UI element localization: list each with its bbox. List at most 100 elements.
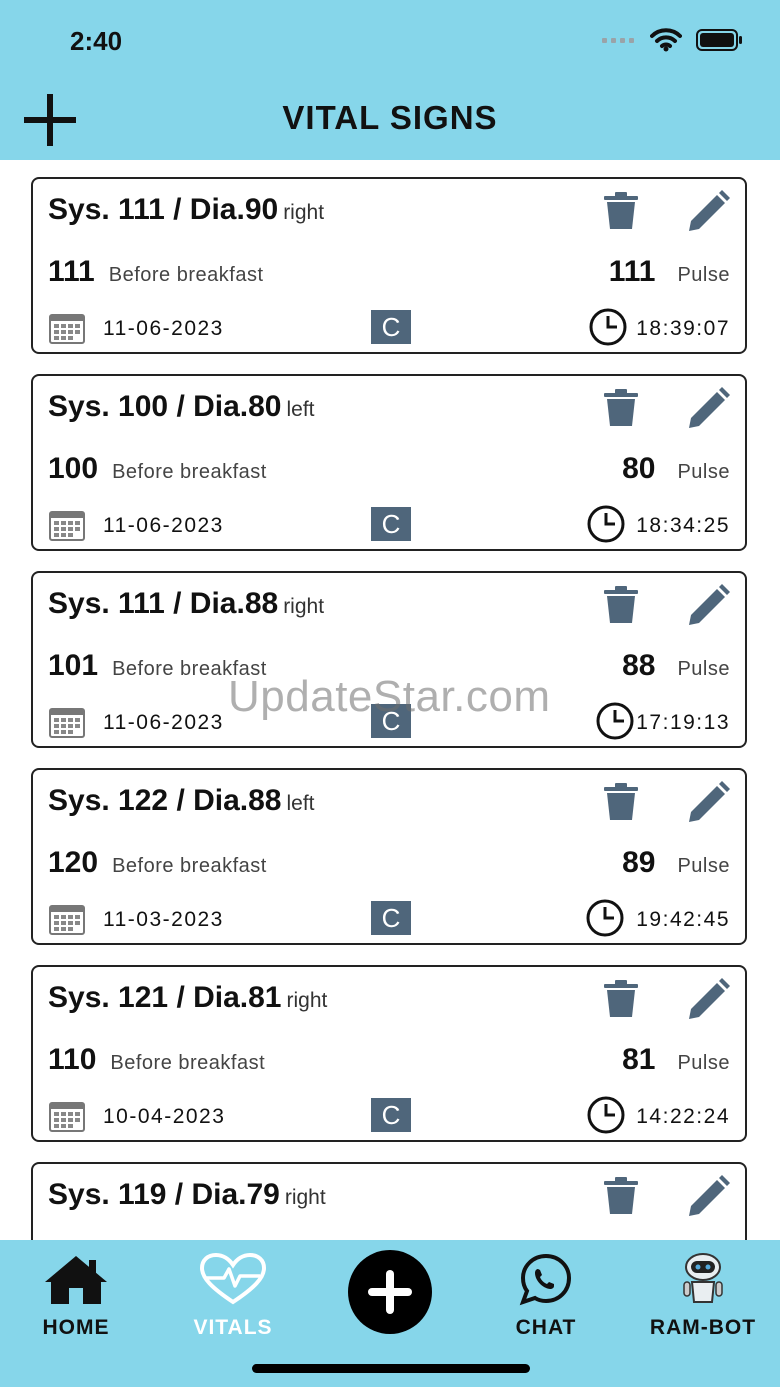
- record-bp: Sys. 121 / Dia.81: [48, 981, 282, 1014]
- tab-label: CHAT: [515, 1316, 577, 1339]
- record-time: 18:34:25: [636, 514, 730, 537]
- record-bp: Sys. 122 / Dia.88: [48, 784, 282, 817]
- record-date: 11-03-2023: [103, 908, 224, 931]
- pulse-group: 80 Pulse: [622, 452, 730, 486]
- pencil-icon[interactable]: [685, 1174, 731, 1220]
- pulse-group: 89 Pulse: [622, 846, 730, 880]
- vital-record-card[interactable]: Sys. 111 / Dia.88 right 101 Before breakfa…: [31, 571, 747, 748]
- category-badge[interactable]: C: [371, 507, 411, 541]
- robot-icon: [683, 1253, 723, 1303]
- whatsapp-icon: [519, 1253, 572, 1306]
- vital-record-card[interactable]: Sys. 121 / Dia.81 right 110 Before breakfa…: [31, 965, 747, 1142]
- record-bp: Sys. 111 / Dia.90: [48, 193, 279, 226]
- record-arm: right: [283, 201, 325, 224]
- pulse-value: 88: [622, 649, 656, 682]
- plus-icon: [368, 1270, 412, 1314]
- add-vital-button[interactable]: [348, 1250, 432, 1334]
- record-bp: Sys. 100 / Dia.80: [48, 390, 282, 423]
- pencil-icon[interactable]: [685, 583, 731, 629]
- meal-context: Before breakfast: [112, 658, 267, 680]
- record-reading-row: 110 Before breakfast 81 Pulse: [48, 1043, 730, 1079]
- record-time: 19:42:45: [636, 908, 730, 931]
- reading-value: 110: [48, 1043, 97, 1076]
- tab-home[interactable]: HOME: [11, 1252, 141, 1340]
- record-arm: right: [283, 595, 325, 618]
- record-time: 14:22:24: [636, 1105, 730, 1128]
- pulse-label: Pulse: [677, 461, 730, 483]
- pulse-label: Pulse: [677, 658, 730, 680]
- reading-value: 120: [48, 846, 99, 879]
- pulse-label: Pulse: [677, 1052, 730, 1074]
- meal-context: Before breakfast: [108, 264, 264, 286]
- pencil-icon[interactable]: [685, 977, 731, 1023]
- record-title: Sys. 119 / Dia.79 right: [48, 1178, 326, 1212]
- pencil-icon[interactable]: [685, 189, 731, 235]
- status-bar: 2:40: [0, 0, 780, 80]
- clock-icon: [596, 702, 634, 740]
- category-badge[interactable]: C: [371, 704, 411, 738]
- category-badge[interactable]: C: [371, 1098, 411, 1132]
- record-meta-row: 11-06-2023 C 17:19:13: [48, 702, 730, 741]
- record-date: 11-06-2023: [103, 514, 224, 537]
- calendar-icon: [49, 1102, 85, 1132]
- calendar-icon: [49, 511, 85, 541]
- meal-context: Before breakfast: [110, 1052, 266, 1074]
- record-reading-row: 111 Before breakfast 111 Pulse: [48, 255, 730, 291]
- trash-icon[interactable]: [601, 388, 641, 428]
- record-bp: Sys. 111 / Dia.88: [48, 587, 279, 620]
- pulse-group: 81 Pulse: [622, 1043, 730, 1077]
- meal-context: Before breakfast: [112, 461, 267, 483]
- record-reading-row: 101 Before breakfast 88 Pulse: [48, 649, 730, 685]
- record-date: 11-06-2023: [103, 317, 224, 340]
- vital-record-card[interactable]: Sys. 122 / Dia.88 left 120 Before breakfas…: [31, 768, 747, 945]
- trash-icon[interactable]: [601, 1176, 641, 1216]
- record-arm: left: [286, 792, 315, 815]
- record-meta-row: 10-04-2023 C 14:22:24: [48, 1096, 730, 1135]
- bottom-tab-bar: HOME VITALS CHAT RAM-BOT: [0, 1240, 780, 1387]
- trash-icon[interactable]: [601, 191, 641, 231]
- tab-label: HOME: [42, 1316, 110, 1339]
- record-date: 10-04-2023: [103, 1105, 226, 1128]
- tab-ram-bot[interactable]: RAM-BOT: [638, 1252, 768, 1340]
- record-title: Sys. 121 / Dia.81 right: [48, 981, 327, 1015]
- clock-icon: [589, 308, 627, 346]
- tab-vitals[interactable]: VITALS: [168, 1252, 298, 1340]
- calendar-icon: [49, 314, 85, 344]
- record-time: 18:39:07: [636, 317, 730, 340]
- vitals-list[interactable]: Sys. 111 / Dia.90 right 111 Before breakfa…: [0, 160, 780, 1240]
- trash-icon[interactable]: [601, 585, 641, 625]
- record-date: 11-06-2023: [103, 711, 224, 734]
- record-reading-row: 100 Before breakfast 80 Pulse: [48, 452, 730, 488]
- pulse-value: 89: [622, 846, 656, 879]
- tab-label: RAM-BOT: [649, 1316, 757, 1339]
- home-icon: [45, 1256, 107, 1304]
- vital-record-card[interactable]: Sys. 111 / Dia.90 right 111 Before breakfa…: [31, 177, 747, 354]
- trash-icon[interactable]: [601, 782, 641, 822]
- vital-record-card[interactable]: Sys. 100 / Dia.80 left 100 Before breakfas…: [31, 374, 747, 551]
- app-header: VITAL SIGNS: [0, 80, 780, 160]
- pulse-value: 111: [608, 255, 656, 288]
- pencil-icon[interactable]: [685, 780, 731, 826]
- record-arm: right: [284, 1186, 326, 1209]
- category-badge[interactable]: C: [371, 901, 411, 935]
- calendar-icon: [49, 905, 85, 935]
- pulse-value: 81: [622, 1043, 656, 1076]
- tab-chat[interactable]: CHAT: [481, 1252, 611, 1340]
- meal-context: Before breakfast: [112, 855, 267, 877]
- clock-icon: [587, 1096, 625, 1134]
- vital-record-card[interactable]: Sys. 119 / Dia.79 right: [31, 1162, 747, 1240]
- category-badge[interactable]: C: [371, 310, 411, 344]
- wifi-icon: [650, 28, 682, 52]
- trash-icon[interactable]: [601, 979, 641, 1019]
- battery-icon: [696, 29, 742, 51]
- tab-label: VITALS: [193, 1316, 273, 1339]
- pulse-label: Pulse: [677, 264, 730, 286]
- home-indicator: [252, 1364, 530, 1373]
- pencil-icon[interactable]: [685, 386, 731, 432]
- pulse-value: 80: [622, 452, 656, 485]
- record-meta-row: 11-06-2023 C 18:34:25: [48, 505, 730, 544]
- status-time: 2:40: [70, 26, 123, 56]
- record-title: Sys. 100 / Dia.80 left: [48, 390, 315, 424]
- page-title: VITAL SIGNS: [282, 99, 498, 136]
- record-bp: Sys. 119 / Dia.79: [48, 1178, 280, 1211]
